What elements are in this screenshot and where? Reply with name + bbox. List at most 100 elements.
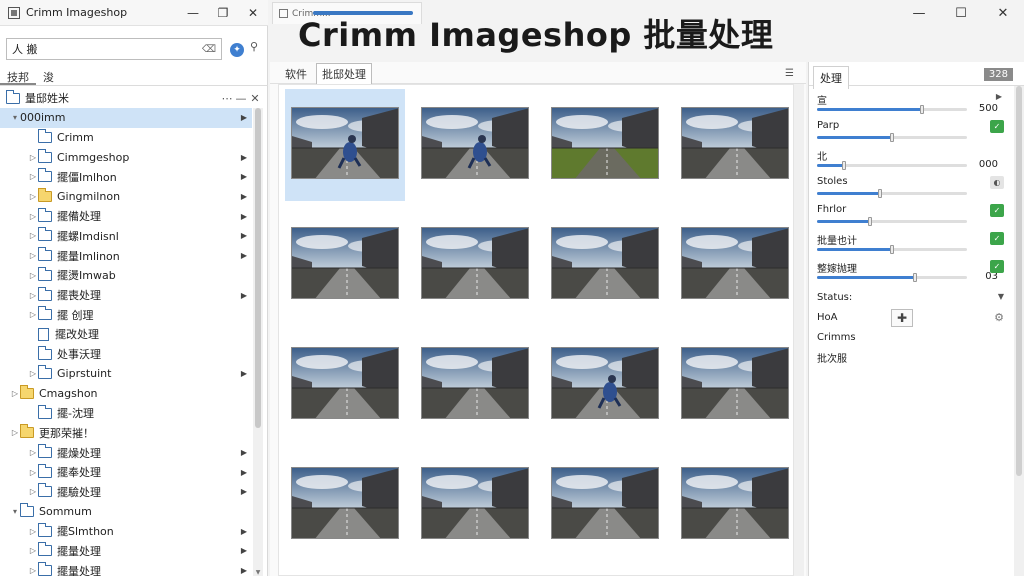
chevron-right-icon[interactable]: ▷: [28, 468, 38, 477]
expand-arrow-icon[interactable]: ▶: [236, 212, 252, 221]
tree-item[interactable]: ▷ Gingmilnon ▶: [0, 187, 252, 207]
expand-arrow-icon[interactable]: ▶: [236, 566, 252, 575]
property-slider[interactable]: [817, 189, 967, 198]
tab-process[interactable]: 处理: [813, 66, 849, 89]
tree-item[interactable]: ▷ 擺僵Imlhon ▶: [0, 167, 252, 187]
tree-item[interactable]: ▷ 擺Slmthon ▶: [0, 521, 252, 541]
thumbnail[interactable]: [285, 209, 405, 321]
slider-knob[interactable]: [867, 217, 872, 226]
tree-item[interactable]: ▷ 擺量Imlinon ▶: [0, 246, 252, 266]
tree-item[interactable]: ▷ 擺驗处理 ▶: [0, 482, 252, 502]
expand-arrow-icon[interactable]: ▶: [236, 231, 252, 240]
expand-arrow-icon[interactable]: ▶: [236, 487, 252, 496]
thumbnail[interactable]: [675, 449, 795, 561]
toggle-icon[interactable]: ◐: [990, 176, 1004, 189]
search-input[interactable]: [12, 42, 202, 56]
center-tab-0[interactable]: 软件: [280, 64, 312, 84]
scroll-down-icon[interactable]: ▼: [253, 569, 263, 576]
property-slider[interactable]: [817, 161, 967, 170]
close-icon[interactable]: ✕: [238, 0, 268, 26]
tree-item[interactable]: Crimm: [0, 128, 252, 148]
close-icon[interactable]: ✕: [982, 0, 1024, 26]
tree-item[interactable]: ▷ 更那荣摧！: [0, 423, 252, 443]
chevron-right-icon[interactable]: ▷: [28, 546, 38, 555]
thumbnail[interactable]: [285, 329, 405, 441]
restore-icon[interactable]: ❐: [208, 0, 238, 26]
thumbnail[interactable]: [675, 329, 795, 441]
expand-arrow-icon[interactable]: ▶: [236, 546, 252, 555]
chevron-down-icon[interactable]: ▾: [10, 507, 20, 516]
center-scrollbar[interactable]: [794, 84, 804, 576]
expand-arrow-icon[interactable]: ▶: [236, 113, 252, 122]
property-slider[interactable]: [817, 105, 967, 114]
expand-arrow-icon[interactable]: ▶: [236, 291, 252, 300]
filter-icon[interactable]: ✦: [230, 43, 244, 57]
slider-knob[interactable]: [890, 133, 894, 142]
thumbnail[interactable]: [545, 329, 665, 441]
tree-item[interactable]: ▷ Cmagshon: [0, 384, 252, 404]
tree-item[interactable]: 处事沃理: [0, 344, 252, 364]
chevron-right-icon[interactable]: ▷: [28, 231, 38, 240]
tree-item[interactable]: ▾ 000imm ▶: [0, 108, 252, 128]
chevron-right-icon[interactable]: ▷: [28, 291, 38, 300]
tree-item[interactable]: ▷ 擺燥处理 ▶: [0, 443, 252, 463]
minimize-icon[interactable]: —: [178, 0, 208, 26]
thumbnail[interactable]: [415, 329, 535, 441]
chevron-right-icon[interactable]: ▷: [10, 389, 20, 398]
tree-item[interactable]: ▷ 擺量处理 ▶: [0, 561, 252, 576]
tree-item[interactable]: ▷ Giprstuint ▶: [0, 364, 252, 384]
chevron-right-icon[interactable]: ▷: [28, 310, 38, 319]
tree-item[interactable]: ▷ 擺喪处理 ▶: [0, 285, 252, 305]
tree-item[interactable]: 擺改处理: [0, 325, 252, 345]
property-slider[interactable]: [817, 133, 967, 142]
tree-item[interactable]: ▷ 擺備处理 ▶: [0, 206, 252, 226]
scroll-thumb[interactable]: [255, 108, 261, 428]
center-tab-1[interactable]: 批邸处理: [316, 62, 372, 85]
expand-arrow-icon[interactable]: ▶: [236, 153, 252, 162]
expand-arrow-icon[interactable]: ▶: [996, 92, 1002, 101]
clear-search-icon[interactable]: ⌫: [202, 44, 216, 55]
tree-item[interactable]: ▷ 擺螺Imdisnl ▶: [0, 226, 252, 246]
chevron-right-icon[interactable]: ▷: [28, 527, 38, 536]
expand-arrow-icon[interactable]: ▶: [236, 192, 252, 201]
thumbnail[interactable]: [285, 449, 405, 561]
apply-icon[interactable]: ✓: [990, 204, 1004, 217]
chevron-right-icon[interactable]: ▷: [28, 153, 38, 162]
more-icon[interactable]: ⋯: [220, 92, 234, 105]
chevron-right-icon[interactable]: ▷: [28, 192, 38, 201]
thumbnail[interactable]: [545, 449, 665, 561]
thumbnail[interactable]: [285, 89, 405, 201]
chevron-right-icon[interactable]: ▷: [28, 271, 38, 280]
apply-icon[interactable]: ✓: [990, 120, 1004, 133]
status-dropdown-icon[interactable]: ▼: [998, 292, 1004, 301]
tree-item[interactable]: ▷ 擺 创理: [0, 305, 252, 325]
chevron-right-icon[interactable]: ▷: [28, 212, 38, 221]
slider-knob[interactable]: [877, 189, 882, 198]
collapse-icon[interactable]: —: [234, 92, 248, 105]
tree-item[interactable]: ▾ Sommum: [0, 502, 252, 522]
left-tab-0[interactable]: 技邦: [0, 66, 36, 85]
tree-item[interactable]: 擺-沈理: [0, 403, 252, 423]
chevron-right-icon[interactable]: ▷: [28, 487, 38, 496]
tree-item[interactable]: ▷ 擺燙Imwab: [0, 266, 252, 286]
slider-knob[interactable]: [890, 245, 894, 254]
expand-arrow-icon[interactable]: ▶: [236, 468, 252, 477]
expand-arrow-icon[interactable]: ▶: [236, 369, 252, 378]
panel-menu-icon[interactable]: ☰: [785, 68, 794, 79]
thumbnail[interactable]: [545, 209, 665, 321]
thumbnail[interactable]: [415, 209, 535, 321]
close-panel-icon[interactable]: ✕: [248, 92, 262, 105]
chevron-right-icon[interactable]: ▷: [10, 428, 20, 437]
thumbnail[interactable]: [415, 89, 535, 201]
minimize-icon[interactable]: —: [898, 0, 940, 26]
maximize-icon[interactable]: ☐: [940, 0, 982, 26]
tree-item[interactable]: ▷ 擺奉处理 ▶: [0, 462, 252, 482]
right-scrollbar[interactable]: [1014, 86, 1024, 576]
slider-knob[interactable]: [920, 105, 924, 114]
tree-item[interactable]: ▷ 擺量处理 ▶: [0, 541, 252, 561]
gear-icon[interactable]: ⚙: [994, 311, 1004, 324]
slider-knob[interactable]: [842, 161, 846, 170]
property-slider[interactable]: [817, 217, 967, 226]
apply-icon[interactable]: ✓: [990, 232, 1004, 245]
thumbnail[interactable]: [545, 89, 665, 201]
